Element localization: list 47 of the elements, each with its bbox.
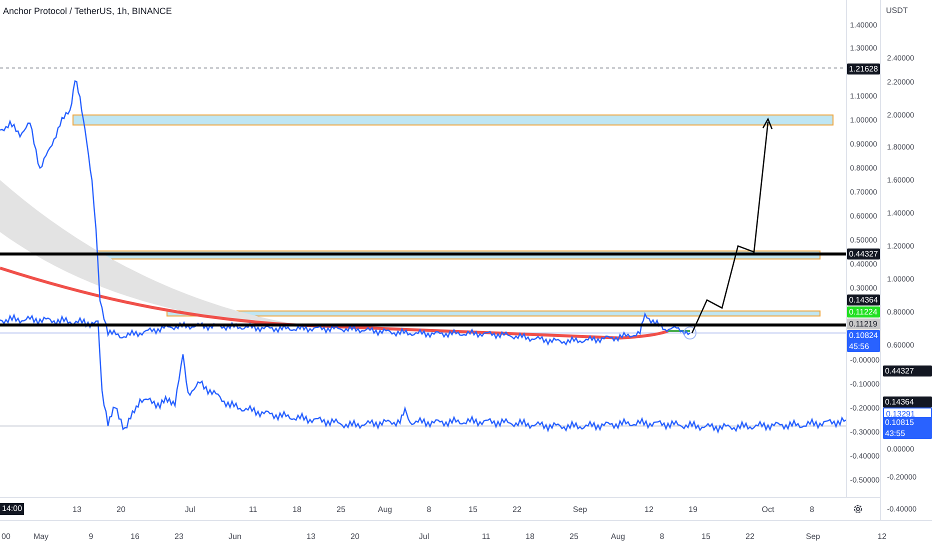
axis-label: Jun [228,531,242,543]
price-badge: 0.11224 [847,306,880,318]
axis-label: 18 [526,531,534,543]
price-badge: 0.14364 [883,396,932,408]
axis-label: Jul [184,504,196,516]
axis-label: 8 [660,531,664,543]
axis-label: 15 [702,531,710,543]
price-badge: 0.14364 [847,294,880,306]
currency-label: USDT [886,5,908,17]
axis-label: 25 [336,504,346,516]
price-badge: 0.44327 [883,366,932,376]
axis-label: 11 [248,504,258,516]
axis-label: 9 [88,531,94,543]
settings-icon[interactable] [852,503,864,515]
cursor-circle [684,326,696,340]
axis-label: May [33,531,49,543]
axis-label: 16 [130,531,140,543]
axis-label: Aug [378,504,392,516]
price-badge: 0.10824 45:56 [847,330,880,352]
axis-label: 12 [878,531,886,543]
time-cursor-label: 14:00 [0,503,24,515]
axis-label: 23 [174,531,184,543]
axis-label: 13 [72,504,82,516]
price-badge: 0.44327 [847,248,880,260]
axis-label: Oct [762,504,774,516]
axis-label: 22 [512,504,522,516]
axis-label: Sep [806,531,820,543]
price-badge: 0.11219 [847,318,880,330]
axis-label: 19 [688,504,698,516]
price-badge: 1.21628 [847,64,880,74]
axis-label: 8 [810,504,814,516]
axis-label: 20 [350,531,360,543]
axis-label: Jul [418,531,430,543]
axis-label: 18 [292,504,302,516]
axis-label: 15 [468,504,478,516]
axis-label: 22 [746,531,754,543]
axis-label: 20 [116,504,126,516]
axis-label: 8 [426,504,432,516]
axis-label: 00 [2,531,10,543]
axis-label: 25 [570,531,578,543]
axis-label: Aug [610,531,626,543]
axis-label: 11 [482,531,490,543]
axis-label: Sep [572,504,588,516]
axis-label: 13 [306,531,316,543]
axis-label: 12 [644,504,654,516]
chart-title: Anchor Protocol / TetherUS, 1h, BINANCE [3,5,172,18]
price-badge: 0.10815 43:55 [883,417,932,439]
